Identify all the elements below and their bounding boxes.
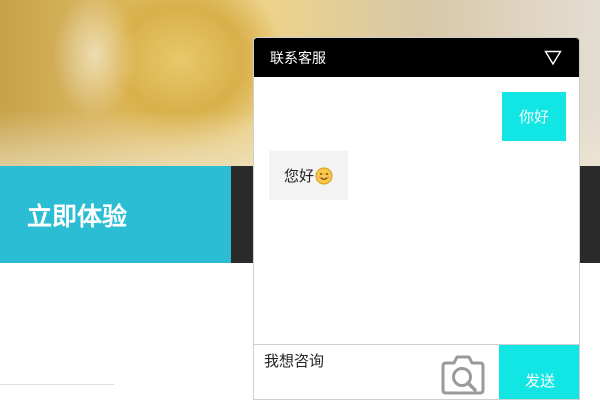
user-message: 你好: [502, 92, 566, 141]
camera-search-icon[interactable]: [440, 353, 486, 395]
divider: [0, 384, 114, 385]
message-list[interactable]: 你好 您好: [254, 77, 579, 383]
chat-header: 联系客服: [254, 38, 579, 77]
chat-input-row: 我想咨询 发送: [254, 344, 579, 399]
try-now-label: 立即体验: [27, 201, 128, 231]
user-message-text: 你好: [518, 108, 549, 126]
collapse-triangle-icon[interactable]: [544, 50, 562, 66]
smile-emoji-icon: [315, 167, 333, 184]
try-now-button[interactable]: 立即体验: [0, 166, 231, 263]
agent-message: 您好: [269, 151, 349, 200]
send-button[interactable]: 发送: [499, 345, 579, 399]
agent-message-text: 您好: [284, 167, 315, 185]
chat-widget: 联系客服 你好 您好 我想咨询 发送: [253, 37, 580, 400]
chat-title: 联系客服: [270, 50, 326, 67]
